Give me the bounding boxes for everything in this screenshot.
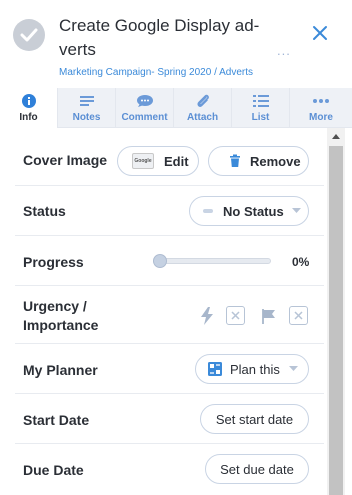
task-title[interactable]: Create Google Display ad-verts: [59, 14, 274, 62]
cover-image-label: Cover Image: [23, 152, 108, 168]
set-due-date-button[interactable]: Set due date: [205, 454, 309, 484]
tab-more[interactable]: More: [290, 88, 352, 128]
importance-checkbox[interactable]: [289, 306, 308, 325]
tab-label: More: [309, 112, 333, 123]
cover-image-row: Cover Image Google Edit Remove: [15, 136, 324, 186]
paperclip-icon: [196, 94, 209, 107]
lightning-icon: [201, 307, 213, 325]
set-start-date-label: Set start date: [215, 411, 294, 427]
chevron-down-icon: [288, 366, 298, 371]
planner-icon: [208, 362, 222, 376]
status-dropdown[interactable]: No Status: [189, 196, 309, 226]
title-overflow-ellipsis: ...: [277, 43, 291, 58]
trash-icon: [230, 154, 240, 167]
importance-label: Importance: [23, 317, 99, 333]
status-value: No Status: [223, 203, 284, 219]
progress-row: Progress 0%: [15, 236, 324, 286]
x-mark-icon: [231, 311, 240, 320]
task-header: Create Google Display ad-verts ... Marke…: [0, 0, 352, 88]
more-dots-icon: [313, 99, 329, 103]
edit-cover-button[interactable]: Google Edit: [117, 146, 199, 176]
start-date-row: Start Date Set start date: [15, 394, 324, 444]
tab-label: Comment: [121, 112, 168, 123]
scrollbar-thumb[interactable]: [329, 146, 343, 495]
checkmark-icon: [20, 28, 38, 42]
tab-list[interactable]: List: [232, 88, 290, 128]
x-mark-icon: [294, 311, 303, 320]
planner-row: My Planner Plan this: [15, 344, 324, 394]
tab-notes[interactable]: Notes: [58, 88, 116, 128]
tab-label: Info: [19, 112, 38, 123]
progress-track: [153, 258, 271, 264]
complete-checkbox[interactable]: [13, 19, 45, 51]
progress-label: Progress: [23, 254, 84, 270]
cover-thumb-text: Google: [134, 158, 152, 164]
panel-edge: [345, 128, 352, 495]
breadcrumb[interactable]: Marketing Campaign- Spring 2020 / Advert…: [59, 67, 253, 78]
vertical-scrollbar[interactable]: [327, 128, 345, 495]
info-panel: Cover Image Google Edit Remove Status No…: [0, 128, 327, 495]
tab-attach[interactable]: Attach: [174, 88, 232, 128]
progress-value: 0%: [292, 255, 310, 269]
urgency-checkbox[interactable]: [226, 306, 245, 325]
due-date-row: Due Date Set due date: [15, 444, 324, 495]
status-label: Status: [23, 203, 66, 219]
tab-label: Attach: [186, 112, 219, 123]
cover-thumbnail: Google: [132, 153, 154, 169]
remove-cover-button[interactable]: Remove: [208, 146, 309, 176]
tab-bar: Info Notes Comment Attach List More: [0, 88, 352, 128]
comment-icon: [136, 95, 153, 107]
planner-dropdown[interactable]: Plan this: [195, 354, 309, 384]
tab-label: Notes: [72, 112, 101, 123]
list-icon: [252, 95, 269, 107]
tab-label: List: [251, 112, 270, 123]
close-icon: [313, 26, 327, 40]
set-due-date-label: Set due date: [220, 461, 294, 477]
tab-comment[interactable]: Comment: [116, 88, 174, 128]
urgency-importance-row: Urgency / Importance: [15, 286, 324, 344]
status-row: Status No Status: [15, 186, 324, 236]
status-dash-icon: [203, 209, 213, 213]
close-button[interactable]: [311, 24, 329, 42]
edit-label: Edit: [164, 153, 189, 169]
chevron-up-icon: [332, 133, 340, 139]
chevron-down-icon: [291, 208, 301, 213]
start-date-label: Start Date: [23, 412, 90, 428]
info-icon: [21, 94, 36, 108]
urgency-label: Urgency /: [23, 298, 87, 314]
planner-value: Plan this: [230, 361, 280, 377]
flag-icon: [262, 309, 275, 324]
remove-label: Remove: [250, 153, 301, 169]
tab-info[interactable]: Info: [0, 88, 58, 128]
scroll-up-button[interactable]: [327, 128, 345, 144]
progress-handle[interactable]: [153, 254, 167, 268]
progress-slider[interactable]: [153, 254, 271, 268]
notes-icon: [79, 96, 94, 106]
planner-label: My Planner: [23, 362, 98, 378]
due-date-label: Due Date: [23, 462, 84, 478]
set-start-date-button[interactable]: Set start date: [200, 404, 309, 434]
